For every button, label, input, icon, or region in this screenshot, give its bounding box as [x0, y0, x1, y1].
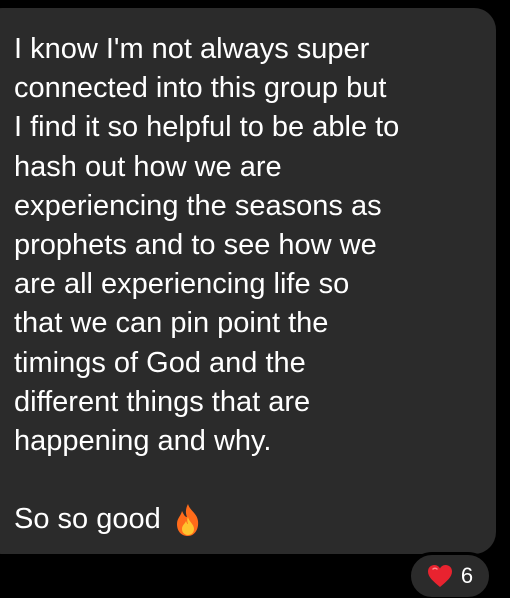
- chat-screen: I know I'm not always super connected in…: [0, 0, 510, 598]
- message-signoff: So so good: [14, 503, 161, 536]
- message-body: I know I'm not always super connected in…: [14, 33, 400, 458]
- fire-icon: [173, 503, 203, 537]
- message-signoff-line: So so good: [14, 500, 476, 539]
- reaction-badge[interactable]: 6: [408, 552, 492, 598]
- message-bubble[interactable]: I know I'm not always super connected in…: [0, 8, 496, 554]
- heart-icon: [427, 564, 453, 588]
- reaction-count: 6: [460, 563, 474, 588]
